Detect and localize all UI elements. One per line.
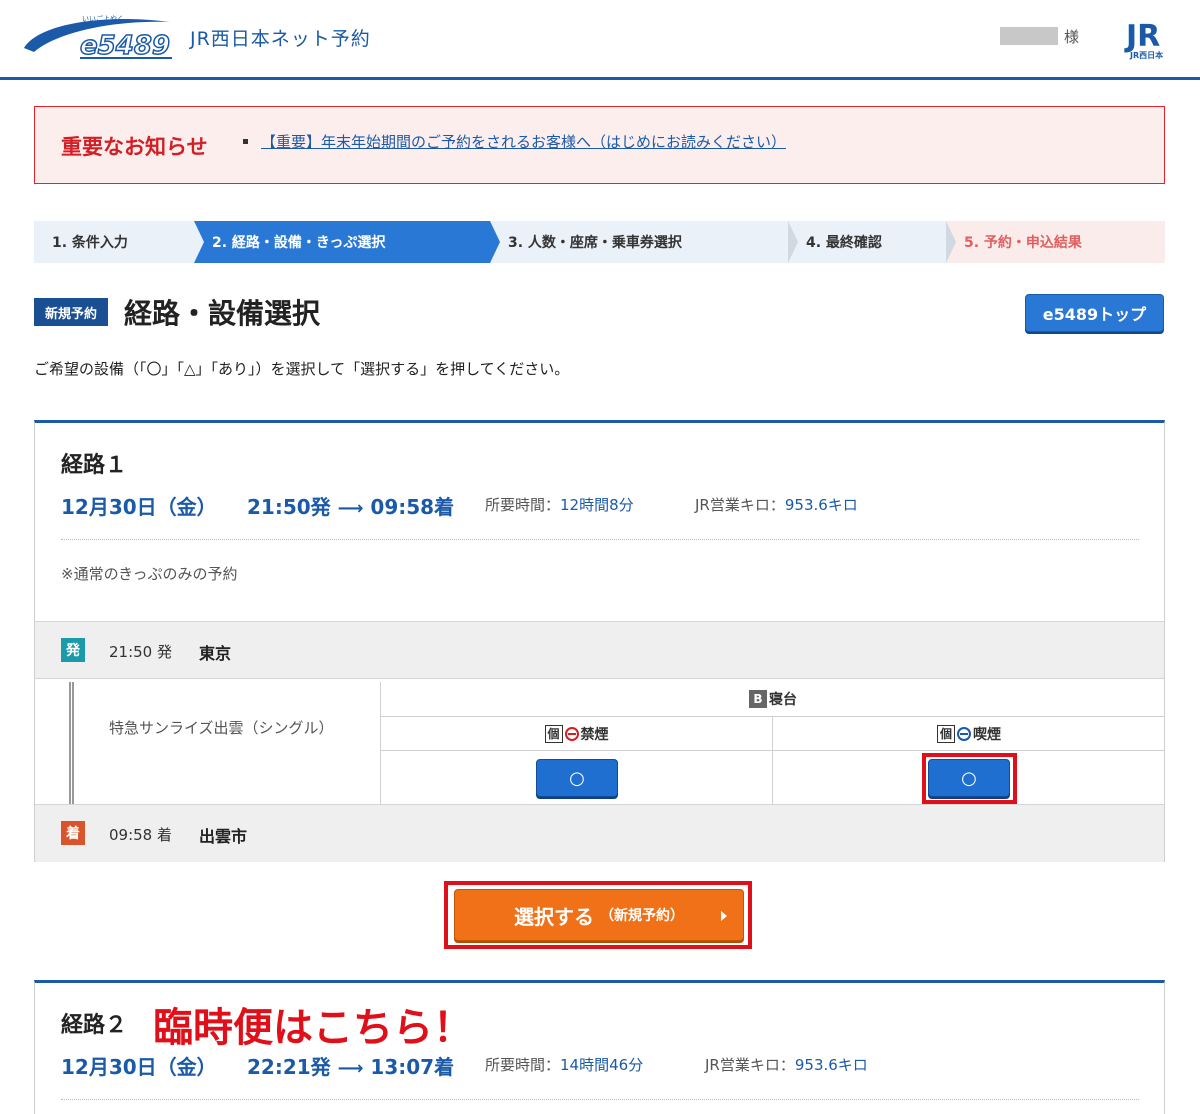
berth-b-icon: B [749, 690, 767, 708]
arrival-station: 出雲市 [199, 827, 248, 846]
step-separator [788, 221, 798, 263]
availability-button-smoking[interactable]: ○ [928, 759, 1010, 797]
step-5: 5. 予約・申込結果 [946, 221, 1165, 263]
route-2-duration: 所要時間：14時間46分 [485, 1056, 644, 1074]
departure-time: 22:21発 [247, 1055, 331, 1079]
departure-time: 21:50発 [247, 495, 331, 519]
important-notice: 重要なお知らせ 【重要】年末年始期間のご予約をされるお客様へ（はじめにお読みくだ… [34, 106, 1165, 184]
no-smoking-icon [564, 726, 579, 741]
step-4: 4. 最終確認 [788, 221, 946, 263]
route-1-distance: JR営業キロ：953.6キロ [695, 496, 858, 514]
select-button[interactable]: 選択する （新規予約） [454, 889, 744, 941]
e5489-logo[interactable]: いいごよやく e5489 [20, 12, 176, 62]
seat-cell-smoking: ○ [773, 751, 1165, 806]
route-1-duration: 所要時間：12時間8分 [485, 496, 634, 514]
arrow-right-icon: ⟶ [337, 498, 364, 519]
departure-station: 東京 [199, 644, 232, 663]
arrival-time-label: 09:58 着 [109, 826, 172, 844]
user-name-redacted [1000, 27, 1058, 45]
departure-row: 発 21:50 発 東京 [35, 621, 1164, 679]
step-1: 1. 条件入力 [34, 221, 194, 263]
logo-text: e5489 [80, 31, 170, 61]
route-1-panel: 経路１ 12月30日（金） 21:50発 ⟶ 09:58着 所要時間：12時間8… [34, 420, 1165, 862]
departure-icon: 発 [61, 638, 85, 662]
seat-type-nonsmoking: 個 禁煙 [381, 717, 773, 751]
step-separator [946, 221, 956, 263]
route-line [69, 682, 74, 806]
seat-class-header: B 寝台 [381, 682, 1165, 717]
site-header: いいごよやく e5489 JR西日本ネット予約 様 JR JR西日本 [0, 0, 1200, 80]
arrival-row: 着 09:58 着 出雲市 [35, 804, 1164, 862]
site-title: JR西日本ネット予約 [190, 28, 371, 50]
route-1-date: 12月30日（金） [61, 495, 217, 519]
jr-logo-sub: JR西日本 [1129, 50, 1163, 60]
route-1-label: 経路１ [61, 453, 128, 478]
route-2-time: 22:21発 ⟶ 13:07着 [247, 1051, 454, 1080]
train-row: 特急サンライズ出雲（シングル） B 寝台 個 禁煙 個 喫煙 ○ ○ [35, 682, 1165, 806]
notice-title: 重要なお知らせ [61, 135, 208, 159]
jr-logo-text: JR [1124, 19, 1160, 54]
arrival-time: 13:07着 [370, 1055, 455, 1079]
private-room-icon: 個 [544, 724, 563, 743]
arrow-right-icon: ⟶ [337, 1058, 364, 1079]
divider [61, 1099, 1139, 1100]
seat-table: B 寝台 個 禁煙 個 喫煙 ○ ○ [380, 682, 1165, 806]
temporary-train-annotation: 臨時便はこちら！ [153, 1005, 473, 1051]
availability-button-nonsmoking[interactable]: ○ [536, 759, 618, 797]
step-2: 2. 経路・設備・きっぷ選択 [194, 221, 490, 263]
step-3: 3. 人数・座席・乗車券選択 [490, 221, 788, 263]
private-room-icon: 個 [937, 724, 955, 743]
route-2-date: 12月30日（金） [61, 1055, 217, 1079]
step-separator [194, 221, 204, 263]
arrival-icon: 着 [61, 821, 85, 845]
seat-type-smoking: 個 喫煙 [773, 717, 1165, 751]
progress-steps: 1. 条件入力 2. 経路・設備・きっぷ選択 3. 人数・座席・乗車券選択 4.… [34, 221, 1165, 263]
user-suffix: 様 [1064, 28, 1080, 46]
e5489-top-button[interactable]: e5489トップ [1025, 294, 1164, 332]
caret-right-icon [721, 911, 727, 921]
bullet-icon [243, 139, 248, 144]
smoking-icon [957, 726, 971, 741]
divider [61, 539, 1139, 540]
route-2-panel: 経路２ 臨時便はこちら！ 12月30日（金） 22:21発 ⟶ 13:07着 所… [34, 980, 1165, 1114]
route-1-time: 21:50発 ⟶ 09:58着 [247, 491, 454, 520]
page-title: 経路・設備選択 [124, 297, 321, 330]
route-1-note: ※通常のきっぷのみの予約 [61, 565, 238, 583]
step-separator [490, 221, 500, 263]
instruction-text: ご希望の設備（「〇」「△」「あり」）を選択して「選択する」を押してください。 [34, 360, 570, 378]
route-2-distance: JR営業キロ：953.6キロ [705, 1056, 868, 1074]
arrival-time: 09:58着 [370, 495, 455, 519]
notice-link[interactable]: 【重要】年末年始期間のご予約をされるお客様へ（はじめにお読みください） [261, 131, 786, 152]
route-2-label: 経路２ [61, 1013, 128, 1038]
new-reservation-badge: 新規予約 [34, 298, 108, 326]
logo-ruby: いいごよやく [82, 14, 124, 23]
seat-cell-nonsmoking: ○ [381, 751, 773, 806]
jr-west-logo: JR JR西日本 [1124, 19, 1163, 60]
departure-time-label: 21:50 発 [109, 643, 172, 661]
train-name: 特急サンライズ出雲（シングル） [109, 719, 334, 737]
